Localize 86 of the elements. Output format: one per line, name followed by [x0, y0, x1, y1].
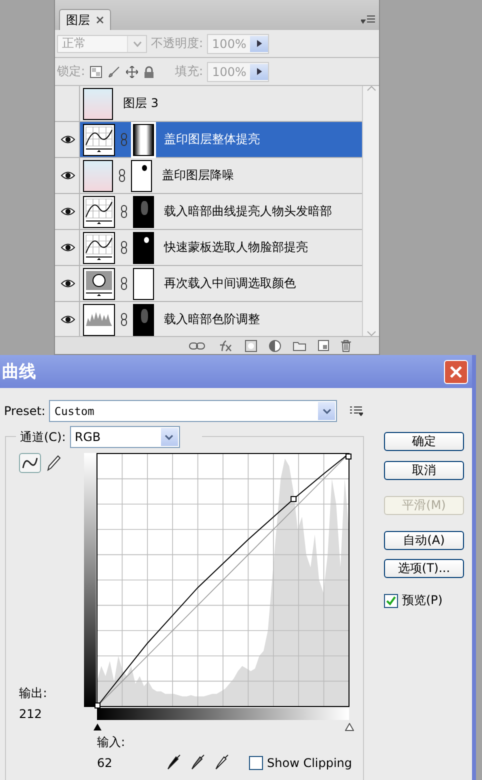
control-point[interactable] [94, 702, 100, 708]
photo-placeholder [83, 160, 113, 192]
layer-name: 再次载入中间调选取颜色 [164, 275, 296, 292]
arrow-right-icon[interactable] [256, 68, 262, 75]
eyedropper-icon[interactable] [191, 754, 205, 770]
curve-graph[interactable] [96, 453, 350, 707]
fx-icon[interactable] [217, 340, 233, 352]
layer-row[interactable]: 快速蒙板选取人物脸部提亮 [80, 230, 362, 265]
layer-mask-thumbnail[interactable] [133, 196, 154, 228]
eye-icon[interactable] [61, 243, 75, 252]
show-clipping-checkbox[interactable]: Show Clipping [249, 756, 352, 770]
close-button[interactable] [444, 360, 468, 384]
new-layer-icon[interactable] [318, 340, 329, 351]
eyedropper-icon[interactable] [215, 754, 229, 770]
layer-row[interactable]: 再次载入中间调选取颜色 [80, 266, 362, 301]
pencil-icon[interactable] [47, 455, 61, 471]
mask-icon[interactable] [245, 340, 257, 352]
eye-icon[interactable] [61, 315, 75, 324]
preview-checkbox[interactable]: 预览(P) [384, 592, 464, 609]
layer-mask-thumbnail[interactable] [131, 160, 152, 192]
selective-color-thumbnail-icon [83, 268, 115, 300]
layer-name: 载入暗部曲线提亮人物头发暗部 [164, 203, 332, 220]
layer-name: 快速蒙板选取人物脸部提亮 [164, 239, 308, 256]
layer-row[interactable]: 载入暗部色阶调整 [80, 302, 362, 336]
layer-name: 盖印图层降噪 [162, 167, 234, 184]
eye-icon[interactable] [61, 207, 75, 216]
folder-icon[interactable] [293, 340, 306, 350]
control-point[interactable] [346, 454, 352, 460]
input-label: 输入: [97, 734, 126, 751]
preset-label: Preset: [4, 404, 46, 418]
window-title: 曲线 [2, 361, 36, 383]
eye-icon[interactable] [61, 171, 75, 180]
layer-mask-thumbnail[interactable] [133, 304, 154, 336]
link-icon[interactable] [121, 313, 127, 326]
channel-label: 通道(C): [20, 428, 66, 446]
layer-name: 图层 3 [123, 95, 158, 112]
highlight-input-slider[interactable] [345, 723, 354, 731]
close-icon[interactable] [96, 16, 104, 24]
eyedropper-icon[interactable] [167, 754, 181, 770]
arrow-right-icon[interactable] [256, 40, 262, 47]
dialog-button[interactable]: 选项(T)... [384, 559, 464, 578]
curve-tool-button[interactable] [19, 453, 41, 473]
layer-name: 载入暗部色阶调整 [164, 311, 260, 328]
caret-icon[interactable] [322, 408, 331, 414]
opacity-label: 不透明度: [151, 35, 204, 52]
link-icon[interactable] [119, 169, 125, 182]
dialog-button[interactable]: 确定 [384, 432, 464, 451]
panel-menu-icon[interactable] [361, 14, 375, 24]
preset-options-icon[interactable] [350, 406, 364, 416]
dialog-button[interactable]: 取消 [384, 461, 464, 480]
layer-row[interactable]: 盖印图层降噪 [80, 158, 362, 193]
link-icon[interactable] [121, 241, 127, 254]
shadow-input-slider[interactable] [93, 723, 102, 731]
layer-mask-thumbnail[interactable] [133, 232, 154, 264]
check-icon [386, 596, 396, 606]
preset-dropdown[interactable]: Custom [49, 400, 338, 422]
control-point[interactable] [290, 496, 297, 502]
lock-label: 锁定: [57, 63, 86, 80]
lock-transparency-icon[interactable] [90, 66, 102, 78]
layer-mask-thumbnail[interactable] [133, 124, 154, 156]
caret-icon[interactable] [165, 434, 174, 440]
layer-mask-thumbnail[interactable] [133, 268, 154, 300]
link-layers-icon[interactable] [189, 342, 205, 350]
layer-row[interactable]: 载入暗部曲线提亮人物头发暗部 [80, 194, 362, 229]
layer-name: 盖印图层整体提亮 [164, 131, 260, 148]
input-value: 62 [97, 756, 114, 770]
eye-icon[interactable] [61, 135, 75, 144]
brush-icon[interactable] [108, 66, 120, 78]
output-value: 212 [19, 707, 43, 721]
fill-label: 填充: [175, 63, 204, 80]
output-label: 输出: [19, 685, 48, 702]
trash-icon[interactable] [341, 340, 351, 352]
levels-thumbnail-icon [83, 304, 115, 336]
layer-row[interactable]: 盖印图层整体提亮 [80, 122, 362, 157]
layers-tab[interactable]: 图层 [59, 9, 111, 30]
photo-placeholder [83, 88, 113, 120]
dialog-button[interactable]: 自动(A) [384, 531, 464, 550]
channel-dropdown[interactable]: RGB [70, 426, 180, 448]
move-icon[interactable] [126, 66, 138, 78]
curve-icon [22, 457, 38, 469]
link-icon[interactable] [121, 205, 127, 218]
eye-icon[interactable] [61, 279, 75, 288]
link-icon[interactable] [121, 277, 127, 290]
layer-row[interactable]: 图层 3 [80, 86, 362, 121]
adjustment-layer-icon[interactable] [269, 340, 281, 352]
lock-icon[interactable] [144, 66, 154, 78]
